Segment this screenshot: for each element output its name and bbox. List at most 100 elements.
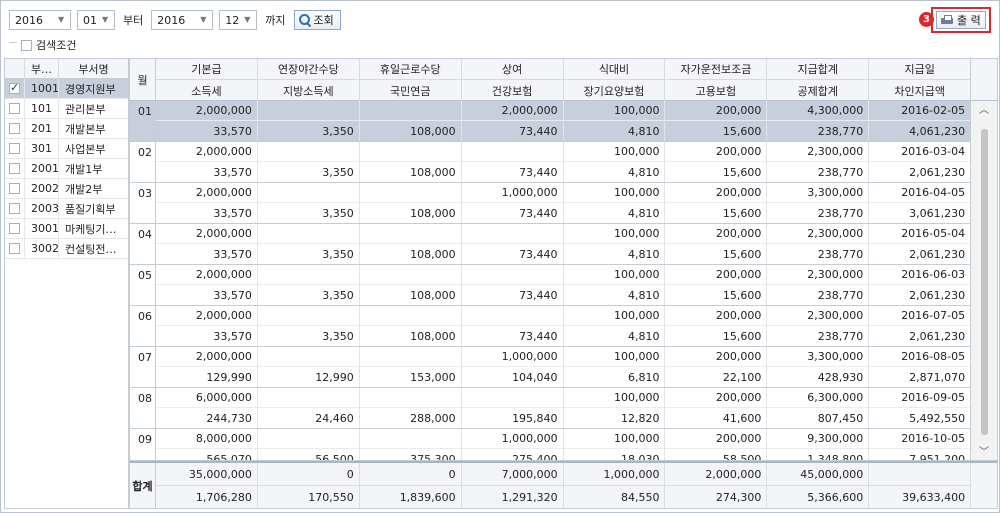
column-header-top: 지급합계 <box>767 59 869 80</box>
value-bottom: 7,951,200 <box>909 452 966 461</box>
select-all-header[interactable] <box>5 59 25 78</box>
dept-name: 개발2부 <box>65 182 103 196</box>
total-bottom: 5,366,600 <box>807 491 864 504</box>
dept-code-header[interactable]: 부… <box>25 59 59 78</box>
department-row[interactable]: 201 개발본부 <box>5 119 128 139</box>
department-row[interactable]: 2002 개발2부 <box>5 179 128 199</box>
step-badge: 3 <box>919 12 934 27</box>
value-cell: 6,300,000 807,450 <box>767 388 870 428</box>
value-bottom: 3,350 <box>322 165 354 179</box>
table-row[interactable]: 07 2,000,000 129,990 12,990 153,000 1,000,000… <box>130 347 970 388</box>
scrollbar-thumb[interactable] <box>981 129 988 435</box>
dept-name-header[interactable]: 부서명 <box>59 59 128 78</box>
print-button-label: 출 력 <box>957 14 981 27</box>
value-cell: 9,300,000 1,348,800 <box>767 429 870 460</box>
department-row[interactable]: 3002 컨설팅전… <box>5 239 128 259</box>
table-row[interactable]: 08 6,000,000 244,730 24,460 288,000 195,840 10… <box>130 388 970 429</box>
table-row[interactable]: 01 2,000,000 33,570 3,350 108,000 2,000,000 73… <box>130 101 970 142</box>
value-bottom: 108,000 <box>410 288 456 302</box>
total-bottom: 1,291,320 <box>501 491 558 504</box>
row-checkbox[interactable] <box>9 123 20 134</box>
department-row[interactable]: 301 사업본부 <box>5 139 128 159</box>
value-cell: 73,440 <box>461 224 564 264</box>
print-button[interactable]: 출 력 <box>936 11 986 29</box>
department-row[interactable]: 3001 마케팅기… <box>5 219 128 239</box>
department-row[interactable]: 2001 개발1부 <box>5 159 128 179</box>
value-top <box>257 183 359 203</box>
table-row[interactable]: 02 2,000,000 33,570 3,350 108,000 73,440 100,0… <box>130 142 970 183</box>
value-bottom: 238,770 <box>817 288 864 302</box>
row-checkbox[interactable] <box>9 223 20 234</box>
column-header[interactable]: 지급일 차인지급액 <box>869 59 970 101</box>
month-header[interactable]: 월 <box>130 59 156 101</box>
column-header-top: 식대비 <box>563 59 665 80</box>
value-bottom: 108,000 <box>410 124 456 138</box>
search-condition-toggle[interactable]: 검색조건 <box>7 37 76 53</box>
value-top <box>359 347 461 367</box>
column-header[interactable]: 자가운전보조금 고용보험 <box>665 59 768 101</box>
row-checkbox[interactable] <box>9 243 20 254</box>
value-bottom: 73,440 <box>519 206 558 220</box>
row-checkbox[interactable] <box>9 203 20 214</box>
value-bottom: 12,990 <box>315 370 354 384</box>
value-cell: 288,000 <box>359 388 462 428</box>
value-cell: 100,000 4,810 <box>563 101 666 141</box>
value-cell: 195,840 <box>461 388 564 428</box>
chevron-down-icon[interactable]: ﹀ <box>979 445 989 458</box>
table-row[interactable]: 03 2,000,000 33,570 3,350 108,000 1,000,000 73… <box>130 183 970 224</box>
value-bottom: 108,000 <box>410 247 456 261</box>
payroll-window: 2016 ▼ 01 ▼ 부터 2016 ▼ 12 ▼ 까지 조회 검색조건 3 … <box>0 0 1000 513</box>
value-bottom: 73,440 <box>519 247 558 261</box>
column-header[interactable]: 지급합계 공제합계 <box>767 59 870 101</box>
department-row[interactable]: 2003 품질기획부 <box>5 199 128 219</box>
totals-row: 합계 35,000,000 1,706,280 0 170,550 0 1,839,600… <box>129 461 998 509</box>
value-cell: 56,500 <box>257 429 360 460</box>
search-button[interactable]: 조회 <box>293 10 341 30</box>
column-header[interactable]: 기본급 소득세 <box>156 59 258 101</box>
value-cell: 200,000 15,600 <box>665 183 768 223</box>
dept-name: 개발본부 <box>65 122 106 136</box>
column-header[interactable]: 식대비 장기요양보험 <box>563 59 666 101</box>
total-top: 45,000,000 <box>767 463 869 486</box>
value-top <box>359 429 461 449</box>
printer-icon <box>941 15 953 25</box>
value-bottom: 3,350 <box>322 247 354 261</box>
row-checkbox[interactable] <box>9 143 20 154</box>
department-row[interactable]: 101 관리본부 <box>5 99 128 119</box>
to-month-select[interactable]: 12 ▼ <box>219 10 258 30</box>
value-bottom: 2,871,070 <box>909 370 966 384</box>
column-header[interactable]: 연장야간수당 지방소득세 <box>257 59 360 101</box>
value-top: 2016-08-05 <box>869 347 970 367</box>
to-year-select[interactable]: 2016 ▼ <box>151 10 214 30</box>
row-checkbox[interactable] <box>9 163 20 174</box>
search-condition-checkbox[interactable] <box>21 39 32 51</box>
value-bottom: 33,570 <box>213 165 252 179</box>
chevron-up-icon[interactable]: ︿ <box>979 103 989 116</box>
value-top: 100,000 <box>563 388 665 408</box>
table-row[interactable]: 05 2,000,000 33,570 3,350 108,000 73,440 100,0… <box>130 265 970 306</box>
column-header[interactable]: 상여 건강보험 <box>461 59 564 101</box>
from-month-select[interactable]: 01 ▼ <box>77 10 115 30</box>
row-checkbox-cell <box>5 179 25 198</box>
value-top: 200,000 <box>665 388 767 408</box>
value-cell: 3,350 <box>257 183 360 223</box>
value-cell: 200,000 15,600 <box>665 142 768 182</box>
column-header[interactable]: 휴일근로수당 국민연금 <box>359 59 462 101</box>
table-row[interactable]: 06 2,000,000 33,570 3,350 108,000 73,440 100,0… <box>130 306 970 347</box>
value-top <box>461 142 563 162</box>
table-row[interactable]: 09 8,000,000 565,070 56,500 375,300 1,000,000… <box>130 429 970 461</box>
from-year-select[interactable]: 2016 ▼ <box>9 10 71 30</box>
value-bottom: 73,440 <box>519 165 558 179</box>
vertical-scrollbar[interactable]: ︿ ﹀ <box>971 58 998 461</box>
row-checkbox[interactable] <box>9 81 20 94</box>
value-cell: 2,000,000 33,570 <box>156 265 258 305</box>
row-checkbox[interactable] <box>9 183 20 194</box>
value-bottom: 58,500 <box>722 452 762 461</box>
dept-code: 1001 <box>25 79 59 98</box>
department-row[interactable]: 1001 경영지원부 <box>5 79 128 99</box>
value-bottom: 3,350 <box>322 329 354 343</box>
table-row[interactable]: 04 2,000,000 33,570 3,350 108,000 73,440 100,0… <box>130 224 970 265</box>
row-checkbox[interactable] <box>9 103 20 114</box>
value-cell: 24,460 <box>257 388 360 428</box>
value-bottom: 22,100 <box>722 370 762 384</box>
